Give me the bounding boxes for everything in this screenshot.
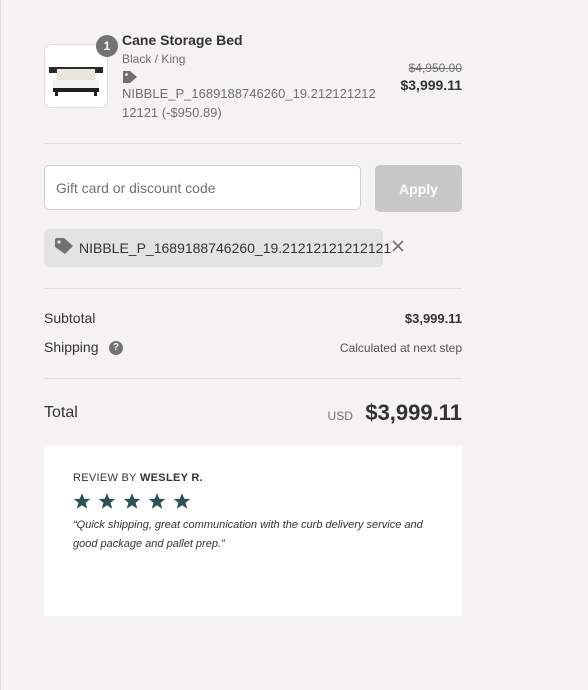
divider xyxy=(44,143,462,144)
shipping-value: Calculated at next step xyxy=(339,341,462,355)
review-text: “Quick shipping, great communication wit… xyxy=(73,519,423,550)
tag-icon xyxy=(54,237,74,260)
review-author: WESLEY R. xyxy=(139,472,203,484)
product-variant: Black / King xyxy=(122,52,186,66)
review-header: REVIEW BY WESLEY R. xyxy=(73,472,433,484)
star-icon xyxy=(73,493,91,509)
shipping-row: Shipping ? Calculated at next step xyxy=(44,339,462,357)
product-price: $4,950.00 $3,999.11 xyxy=(400,60,462,94)
total-label: Total xyxy=(44,404,78,421)
bed-image xyxy=(45,45,107,107)
product-discount-line: NIBBLE_P_1689188746260_19.21212121212121… xyxy=(122,86,376,120)
star-rating xyxy=(73,492,433,510)
discount-code-input[interactable] xyxy=(44,165,361,210)
close-icon[interactable] xyxy=(391,239,405,258)
shipping-label-group: Shipping ? xyxy=(44,339,123,357)
left-divider xyxy=(0,0,1,690)
tag-icon xyxy=(122,70,382,84)
star-icon xyxy=(173,493,191,509)
product-line-item: 1 Cane Storage Bed Black / King NIBBLE_P… xyxy=(44,32,462,124)
applied-discount-code: NIBBLE_P_1689188746260_19.21212121212121 xyxy=(79,240,392,256)
question-icon[interactable]: ? xyxy=(108,340,123,355)
review-card: REVIEW BY WESLEY R. “Quick shipping, gre… xyxy=(44,446,462,616)
star-icon xyxy=(98,493,116,509)
product-info: Cane Storage Bed Black / King NIBBLE_P_1… xyxy=(122,31,382,122)
applied-discount-chip: NIBBLE_P_1689188746260_19.21212121212121 xyxy=(44,229,404,267)
quantity-badge: 1 xyxy=(96,35,118,57)
review-prefix: REVIEW BY xyxy=(73,472,140,484)
currency-code: USD xyxy=(327,409,353,423)
apply-button[interactable]: Apply xyxy=(375,165,462,212)
divider xyxy=(44,288,462,289)
subtotal-row: Subtotal $3,999.11 xyxy=(44,310,462,326)
original-price: $4,950.00 xyxy=(408,61,462,75)
total-amount: USD $3,999.11 xyxy=(328,400,462,426)
subtotal-value: $3,999.11 xyxy=(404,310,462,326)
total-row: Total USD $3,999.11 xyxy=(44,398,462,428)
total-value: $3,999.11 xyxy=(365,400,462,425)
star-icon xyxy=(123,493,141,509)
divider xyxy=(44,378,462,379)
subtotal-label: Subtotal xyxy=(44,310,96,326)
product-name: Cane Storage Bed xyxy=(122,32,243,48)
star-icon xyxy=(148,493,166,509)
shipping-label: Shipping xyxy=(44,339,99,355)
discounted-price: $3,999.11 xyxy=(400,77,462,93)
